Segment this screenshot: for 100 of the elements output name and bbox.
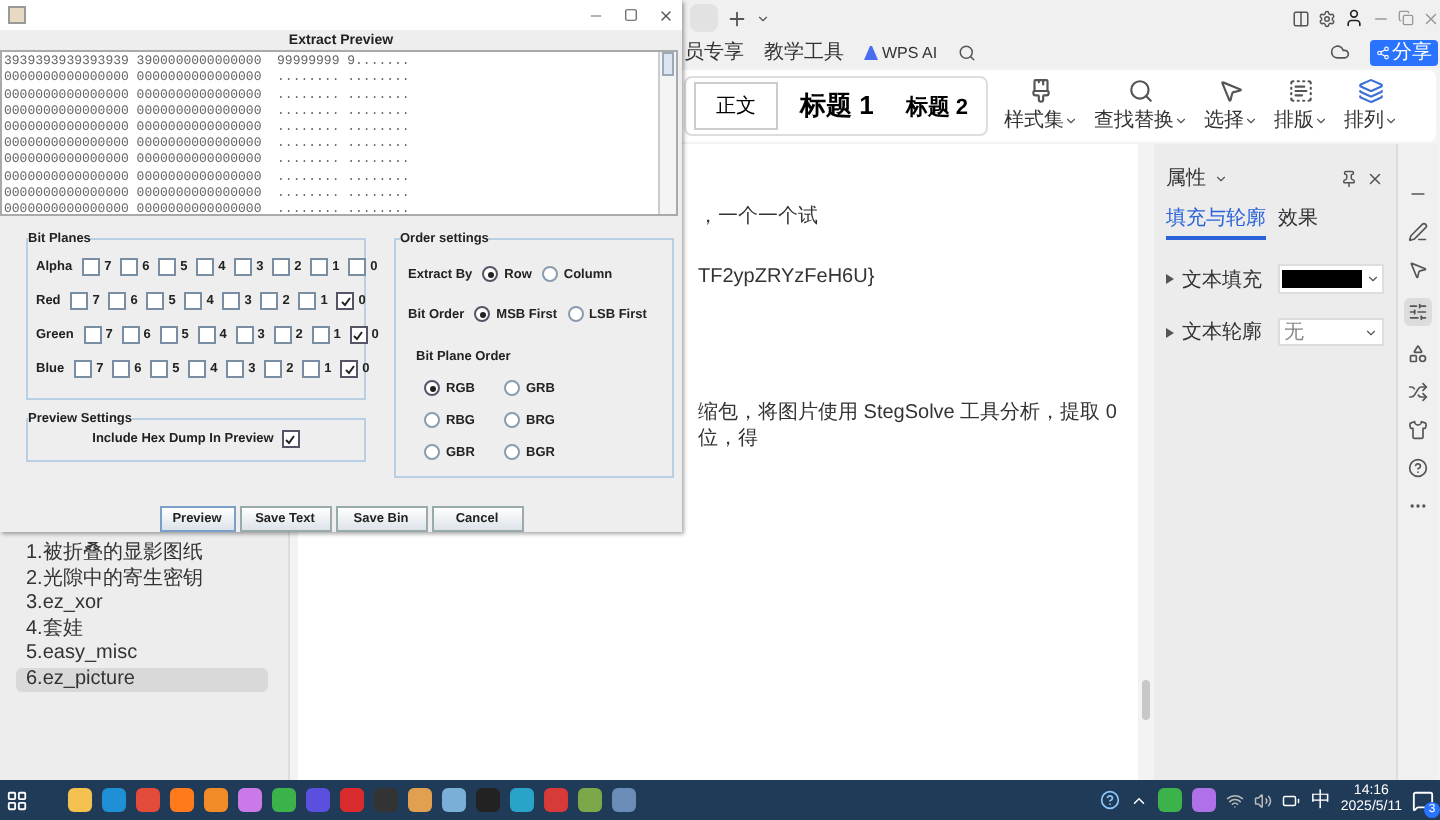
checkbox[interactable] — [273, 326, 292, 344]
checkbox[interactable] — [349, 326, 368, 344]
app-icon[interactable] — [442, 788, 466, 812]
menu-item[interactable]: 员专享 — [684, 38, 744, 66]
caret-icon[interactable] — [1214, 171, 1228, 185]
app-icon[interactable] — [408, 788, 432, 812]
scrollbar-thumb[interactable] — [662, 52, 674, 77]
caret-icon[interactable] — [1064, 113, 1079, 127]
search-icon[interactable] — [957, 43, 976, 61]
radio-button[interactable] — [424, 444, 440, 460]
tool-button[interactable]: 排版 — [1274, 106, 1315, 134]
radio-button[interactable] — [504, 444, 520, 460]
ai-menu-item[interactable]: WPS AI — [864, 43, 938, 61]
app-icon[interactable] — [578, 788, 602, 812]
outline-item[interactable]: 5.easy_misc — [16, 642, 268, 666]
help-icon[interactable] — [1100, 790, 1121, 810]
tool-icon[interactable] — [1128, 78, 1155, 104]
checkbox[interactable] — [196, 258, 215, 276]
shapes-icon[interactable] — [1408, 344, 1428, 364]
maximize-icon[interactable] — [624, 8, 638, 23]
windows-icon[interactable] — [6, 789, 28, 811]
tool-button[interactable]: 排列 — [1344, 106, 1385, 134]
app-icon[interactable] — [170, 788, 194, 812]
close-icon[interactable] — [658, 7, 674, 24]
radio-button[interactable] — [424, 380, 440, 396]
checkbox[interactable] — [348, 258, 367, 276]
caret-icon[interactable] — [1384, 113, 1399, 127]
panel-tab[interactable]: 效果 — [1278, 204, 1318, 240]
tool-button[interactable]: 样式集 — [1004, 106, 1065, 134]
checkbox[interactable] — [159, 326, 178, 344]
caret-icon[interactable] — [1364, 325, 1378, 339]
sliders-icon[interactable] — [1404, 298, 1432, 326]
caret-icon[interactable] — [1244, 113, 1259, 127]
close-icon[interactable] — [1366, 169, 1384, 187]
app-icon[interactable] — [102, 788, 126, 812]
checkbox[interactable] — [120, 258, 139, 276]
checkbox[interactable] — [336, 292, 355, 310]
app-icon[interactable] — [238, 788, 262, 812]
caret-icon[interactable] — [1314, 113, 1329, 127]
panel-tab[interactable]: 填充与轮廓 — [1166, 204, 1266, 240]
radio-button[interactable] — [504, 380, 520, 396]
panel-icon[interactable] — [1292, 9, 1310, 27]
app-icon[interactable] — [1192, 788, 1217, 812]
checkbox[interactable] — [70, 292, 89, 310]
tool-icon[interactable] — [1218, 78, 1245, 104]
style-option[interactable]: 标题 1 — [790, 78, 884, 134]
tool-button[interactable]: 选择 — [1204, 106, 1245, 134]
checkbox[interactable] — [310, 258, 329, 276]
caret-icon[interactable] — [1174, 113, 1189, 127]
app-icon[interactable] — [1158, 788, 1183, 812]
tool-icon[interactable] — [1028, 78, 1055, 104]
checkbox[interactable] — [82, 258, 101, 276]
help-icon[interactable] — [1408, 458, 1428, 478]
pointer-icon[interactable] — [1408, 260, 1428, 280]
checkbox[interactable] — [184, 292, 203, 310]
battery-icon[interactable] — [1282, 791, 1301, 809]
checkbox[interactable] — [302, 360, 321, 378]
checkbox[interactable] — [340, 360, 359, 378]
volume-icon[interactable] — [1254, 791, 1273, 809]
outline-item[interactable]: 2.光隙中的寄生密钥 — [16, 567, 268, 591]
menu-item[interactable]: 教学工具 — [764, 38, 844, 66]
app-icon[interactable] — [612, 788, 636, 812]
checkbox[interactable] — [74, 360, 93, 378]
checkbox[interactable] — [197, 326, 216, 344]
radio-button[interactable] — [474, 306, 491, 322]
checkbox[interactable] — [235, 326, 254, 344]
checkbox[interactable] — [272, 258, 291, 276]
settings-icon[interactable] — [1318, 9, 1336, 27]
pen-icon[interactable] — [1408, 222, 1428, 242]
caret-icon[interactable] — [756, 11, 770, 25]
checkbox[interactable] — [121, 326, 140, 344]
app-icon[interactable] — [136, 788, 160, 812]
outline-item[interactable]: 1.被折叠的显影图纸 — [16, 542, 268, 566]
checkbox[interactable] — [158, 258, 177, 276]
restore-icon[interactable] — [1398, 10, 1414, 26]
radio-button[interactable] — [504, 412, 520, 428]
checkbox[interactable] — [298, 292, 317, 310]
style-option[interactable]: 正文 — [694, 82, 778, 130]
shirt-icon[interactable] — [1408, 420, 1428, 440]
checkbox[interactable] — [264, 360, 283, 378]
checkbox[interactable] — [311, 326, 330, 344]
radio-button[interactable] — [424, 412, 440, 428]
checkbox[interactable] — [226, 360, 245, 378]
plus-icon[interactable] — [726, 7, 748, 29]
radio-button[interactable] — [567, 306, 584, 322]
input-method[interactable]: 中 — [1310, 786, 1331, 814]
checkbox[interactable] — [234, 258, 253, 276]
caret-icon[interactable] — [1366, 272, 1380, 286]
cloud-icon[interactable] — [1330, 42, 1350, 62]
outline-item[interactable]: 4.套娃 — [16, 617, 268, 641]
outline-item[interactable]: 3.ez_xor — [16, 592, 268, 616]
checkbox[interactable] — [108, 292, 127, 310]
app-icon[interactable] — [272, 788, 296, 812]
checkbox[interactable] — [112, 360, 131, 378]
color-dropdown[interactable] — [1278, 264, 1384, 294]
style-option[interactable]: 标题 2 — [895, 81, 979, 131]
pin-icon[interactable] — [1340, 169, 1358, 187]
share-button[interactable]: 分享 — [1370, 39, 1438, 65]
scrollbar-thumb[interactable] — [1142, 680, 1150, 720]
outline-item[interactable]: 6.ez_picture — [16, 667, 268, 691]
